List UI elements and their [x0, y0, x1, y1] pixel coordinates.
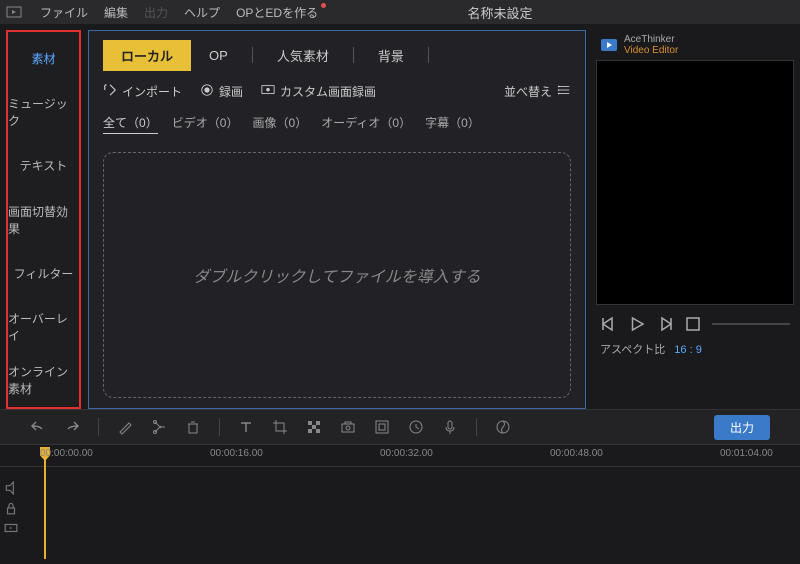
filter-audio[interactable]: オーディオ（0）: [321, 114, 411, 134]
toolbar-divider: [219, 418, 220, 436]
track-controls: [4, 481, 18, 535]
color-button[interactable]: [495, 419, 511, 435]
tab-background[interactable]: 背景: [360, 40, 422, 71]
stop-button[interactable]: [684, 315, 702, 333]
import-icon: [103, 83, 117, 100]
video-preview[interactable]: [596, 60, 794, 305]
zoom-button[interactable]: [374, 419, 390, 435]
sidebar-item-filter[interactable]: フィルター: [8, 246, 79, 300]
filter-subtitle[interactable]: 字幕（0）: [425, 114, 480, 134]
tab-local[interactable]: ローカル: [103, 40, 191, 71]
timeline: 00:00:00.00 00:00:16.00 00:00:32.00 00:0…: [0, 445, 800, 560]
ruler-tick: 00:00:16.00: [210, 448, 263, 459]
app-logo-icon: [6, 4, 22, 20]
record-label: 録画: [219, 83, 243, 100]
timeline-ruler[interactable]: 00:00:00.00 00:00:16.00 00:00:32.00 00:0…: [0, 445, 800, 467]
main-area: 素材 ミュージック テキスト 画面切替効果 フィルター オーバーレイ オンライン…: [0, 24, 800, 409]
sidebar-item-overlay[interactable]: オーバーレイ: [8, 300, 79, 354]
import-button[interactable]: インポート: [103, 83, 182, 100]
tab-popular[interactable]: 人気素材: [259, 40, 347, 71]
crop-button[interactable]: [272, 419, 288, 435]
menu-op-ed[interactable]: OPとEDを作る: [228, 4, 326, 21]
toolbar-divider: [476, 418, 477, 436]
sidebar-item-music[interactable]: ミュージック: [8, 86, 79, 140]
next-frame-button[interactable]: [656, 315, 674, 333]
filter-image[interactable]: 画像（0）: [252, 114, 307, 134]
sidebar-item-transition[interactable]: 画面切替効果: [8, 193, 79, 247]
ruler-tick: 00:00:32.00: [380, 448, 433, 459]
media-top-tabs: ローカル OP 人気素材 背景: [103, 41, 571, 69]
media-filter-row: 全て（0） ビデオ（0） 画像（0） オーディオ（0） 字幕（0）: [103, 114, 571, 134]
play-button[interactable]: [628, 315, 646, 333]
ruler-tick: 00:01:04.00: [720, 448, 773, 459]
preview-panel: AceThinker Video Editor アスペクト比 16 : 9: [590, 24, 800, 409]
undo-button[interactable]: [30, 419, 46, 435]
app-subtitle: Video Editor: [624, 45, 678, 56]
custom-record-label: カスタム画面録画: [280, 83, 376, 100]
screen-record-icon: [261, 83, 275, 100]
playhead-line: [44, 459, 46, 559]
sidebar-item-online[interactable]: オンライン素材: [8, 353, 79, 407]
volume-icon[interactable]: [4, 481, 18, 495]
import-label: インポート: [122, 83, 182, 100]
app-name: AceThinker: [624, 34, 678, 45]
media-dropzone[interactable]: ダブルクリックしてファイルを導入する: [103, 152, 571, 398]
edit-button[interactable]: [117, 419, 133, 435]
duration-button[interactable]: [408, 419, 424, 435]
record-button[interactable]: 録画: [200, 83, 243, 100]
split-button[interactable]: [151, 419, 167, 435]
tab-separator: [353, 47, 354, 63]
filter-video[interactable]: ビデオ（0）: [172, 114, 239, 134]
sidebar: 素材 ミュージック テキスト 画面切替効果 フィルター オーバーレイ オンライン…: [6, 30, 81, 409]
edit-toolbar: 出力: [0, 409, 800, 445]
playback-controls: [596, 315, 794, 333]
delete-button[interactable]: [185, 419, 201, 435]
aspect-ratio-row[interactable]: アスペクト比 16 : 9: [596, 341, 794, 357]
redo-button[interactable]: [64, 419, 80, 435]
lock-icon[interactable]: [4, 501, 18, 515]
acethinker-logo-icon: [600, 36, 618, 54]
output-button[interactable]: 出力: [714, 415, 770, 440]
text-button[interactable]: [238, 419, 254, 435]
aspect-label: アスペクト比: [600, 344, 665, 356]
prev-frame-button[interactable]: [600, 315, 618, 333]
record-icon: [200, 83, 214, 100]
sort-icon: [557, 83, 571, 100]
menu-edit[interactable]: 編集: [96, 4, 136, 21]
video-track-icon[interactable]: [4, 521, 18, 535]
toolbar-divider: [98, 418, 99, 436]
voice-button[interactable]: [442, 419, 458, 435]
media-action-row: インポート 録画 カスタム画面録画 並べ替え: [103, 83, 571, 100]
tab-separator: [252, 47, 253, 63]
mosaic-button[interactable]: [306, 419, 322, 435]
sidebar-item-media[interactable]: 素材: [8, 32, 79, 86]
tab-separator: [428, 47, 429, 63]
sidebar-item-text[interactable]: テキスト: [8, 139, 79, 193]
media-panel: ローカル OP 人気素材 背景 インポート 録画 カスタム画面録画 並べ: [88, 30, 586, 409]
custom-record-button[interactable]: カスタム画面録画: [261, 83, 376, 100]
aspect-value: 16 : 9: [674, 344, 702, 356]
menu-bar: ファイル 編集 出力 ヘルプ OPとEDを作る 名称未設定: [0, 0, 800, 24]
snapshot-button[interactable]: [340, 419, 356, 435]
ruler-tick: 00:00:00.00: [40, 448, 93, 459]
preview-header: AceThinker Video Editor: [596, 30, 794, 60]
menu-file[interactable]: ファイル: [32, 4, 96, 21]
filter-all[interactable]: 全て（0）: [103, 114, 158, 134]
sort-label: 並べ替え: [504, 83, 552, 100]
sort-button[interactable]: 並べ替え: [504, 83, 571, 100]
tab-op[interactable]: OP: [191, 42, 246, 69]
menu-output: 出力: [136, 4, 176, 21]
ruler-tick: 00:00:48.00: [550, 448, 603, 459]
preview-progress[interactable]: [712, 323, 790, 325]
